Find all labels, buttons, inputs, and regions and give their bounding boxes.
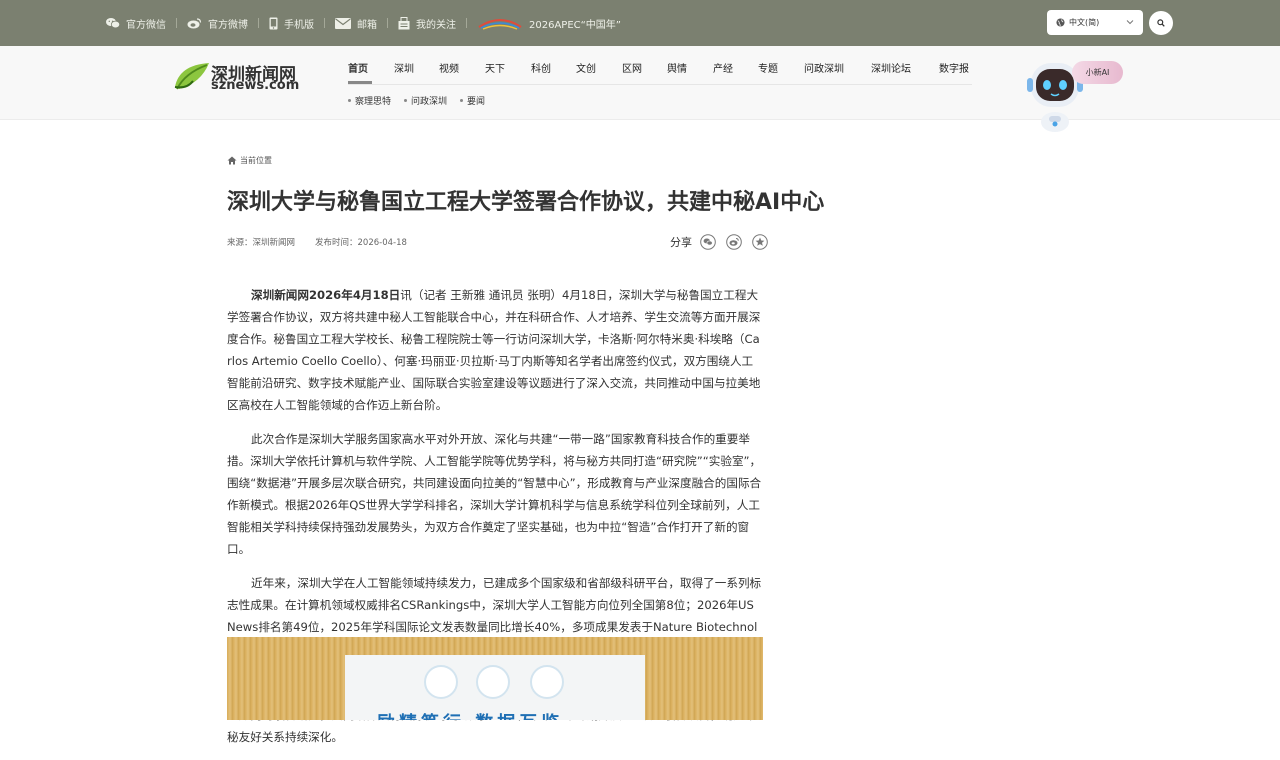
topbar-link-follow[interactable]: 我的关注 bbox=[398, 16, 456, 31]
nav-item-district[interactable]: 区网 bbox=[622, 60, 642, 75]
paragraph-text: 讯（记者 王新雅 通讯员 张明）4月18日，深圳大学与秘鲁国立工程大学签署合作协… bbox=[227, 288, 761, 412]
search-button[interactable] bbox=[1149, 11, 1173, 35]
logo-text-en: sznews.com bbox=[211, 78, 300, 93]
divider bbox=[387, 18, 388, 28]
lead-source: 深圳新闻网 bbox=[251, 288, 309, 302]
photo-emblem bbox=[476, 665, 510, 699]
nav-item-home[interactable]: 首页 bbox=[348, 60, 368, 75]
lead-date: 2026年4月18日 bbox=[308, 288, 401, 302]
photo-emblem bbox=[424, 665, 458, 699]
follow-icon bbox=[398, 16, 410, 29]
share-favorite-icon[interactable] bbox=[752, 234, 768, 250]
ai-assistant-button[interactable]: 小新AI bbox=[1072, 61, 1123, 84]
topbar-link-mobile[interactable]: 手机版 bbox=[269, 16, 314, 31]
article-title: 深圳大学与秘鲁国立工程大学签署合作协议，共建中秘AI中心 bbox=[227, 190, 825, 215]
topbar-link-label: 2026APEC“中国年” bbox=[529, 19, 621, 31]
article-date: 发布时间：2026-04-18 bbox=[315, 238, 407, 248]
nav-item-forum[interactable]: 深圳论坛 bbox=[871, 60, 911, 75]
breadcrumb-label: 当前位置 bbox=[240, 156, 272, 165]
site-logo[interactable]: 深圳新闻网 sznews.com bbox=[173, 59, 305, 93]
topbar-link-weibo[interactable]: 官方微博 bbox=[187, 16, 248, 31]
photo-emblem bbox=[530, 665, 564, 699]
subnav-label: 问政深圳 bbox=[411, 97, 448, 107]
apec-logo bbox=[478, 19, 522, 30]
main-nav: 首页 深圳 视频 天下 科创 文创 区网 舆情 产经 专题 问政深圳 深圳论坛 … bbox=[348, 46, 972, 85]
share-label: 分享 bbox=[670, 236, 692, 249]
divider bbox=[466, 18, 467, 28]
search-icon bbox=[1157, 19, 1165, 27]
top-bar: 官方微信 官方微博 手机版 邮箱 我的关注 2026APEC“中国年” 中文(简… bbox=[0, 0, 1280, 46]
mail-icon bbox=[335, 17, 351, 29]
language-value: 中文(简) bbox=[1069, 18, 1100, 27]
share-wechat-icon[interactable] bbox=[700, 234, 716, 250]
topbar-links: 官方微信 官方微博 手机版 邮箱 我的关注 2026APEC“中国年” bbox=[106, 0, 621, 46]
divider bbox=[258, 18, 259, 28]
nav-item-economy[interactable]: 产经 bbox=[713, 60, 733, 75]
sub-nav: 察理思特 问政深圳 要闻 bbox=[348, 94, 498, 107]
photo-banner-text: 励精笃行 数据互鉴 bbox=[377, 709, 563, 720]
topbar-link-label: 我的关注 bbox=[416, 19, 456, 31]
nav-item-shenzhen[interactable]: 深圳 bbox=[394, 60, 414, 75]
topbar-link-label: 官方微博 bbox=[208, 19, 248, 31]
nav-item-world[interactable]: 天下 bbox=[485, 60, 505, 75]
phone-icon bbox=[269, 17, 278, 29]
article-meta: 来源：深圳新闻网 发布时间：2026-04-18 bbox=[227, 236, 427, 248]
divider bbox=[176, 18, 177, 28]
divider bbox=[324, 18, 325, 28]
subnav-item[interactable]: 要闻 bbox=[460, 94, 485, 107]
subnav-item[interactable]: 察理思特 bbox=[348, 94, 391, 107]
topbar-link-apec[interactable]: 2026APEC“中国年” bbox=[477, 15, 621, 31]
bullet-dot bbox=[404, 99, 408, 102]
share-bar: 分享 bbox=[670, 234, 778, 250]
article-source: 来源：深圳新闻网 bbox=[227, 238, 296, 248]
globe-icon bbox=[1056, 18, 1065, 27]
home-icon[interactable] bbox=[227, 156, 237, 165]
article-photo: 励精笃行 数据互鉴 bbox=[227, 637, 763, 720]
wechat-icon bbox=[106, 18, 120, 29]
subnav-label: 要闻 bbox=[467, 97, 486, 107]
nav-item-topics[interactable]: 专题 bbox=[758, 60, 778, 75]
topbar-link-label: 邮箱 bbox=[357, 19, 377, 31]
nav-item-wenzheng[interactable]: 问政深圳 bbox=[804, 60, 844, 75]
nav-active-indicator bbox=[348, 81, 372, 84]
breadcrumb: 当前位置 bbox=[227, 155, 272, 166]
weibo-icon bbox=[187, 18, 202, 29]
article-paragraph: 此次合作是深圳大学服务国家高水平对外开放、深化与共建“一带一路”国家教育科技合作… bbox=[227, 432, 762, 556]
nav-item-video[interactable]: 视频 bbox=[439, 60, 459, 75]
subnav-item[interactable]: 问政深圳 bbox=[404, 94, 447, 107]
bullet-dot bbox=[348, 99, 351, 102]
topbar-link-label: 官方微信 bbox=[126, 19, 166, 31]
topbar-link-wechat[interactable]: 官方微信 bbox=[106, 16, 166, 31]
language-select[interactable]: 中文(简) bbox=[1047, 10, 1143, 35]
nav-item-epaper[interactable]: 数字报 bbox=[939, 60, 969, 75]
chevron-down-icon bbox=[1126, 20, 1134, 25]
subnav-label: 察理思特 bbox=[355, 97, 392, 107]
bullet-dot bbox=[460, 99, 464, 102]
topbar-link-label: 手机版 bbox=[284, 19, 314, 31]
nav-item-tech[interactable]: 科创 bbox=[531, 60, 551, 75]
topbar-link-mail[interactable]: 邮箱 bbox=[335, 16, 377, 31]
nav-item-culture[interactable]: 文创 bbox=[576, 60, 596, 75]
share-weibo-icon[interactable] bbox=[726, 234, 742, 250]
leaf-logo-icon bbox=[174, 63, 209, 90]
nav-item-opinion[interactable]: 舆情 bbox=[667, 60, 687, 75]
article-paragraph: 深圳新闻网2026年4月18日讯（记者 王新雅 通讯员 张明）4月18日，深圳大… bbox=[227, 284, 763, 416]
